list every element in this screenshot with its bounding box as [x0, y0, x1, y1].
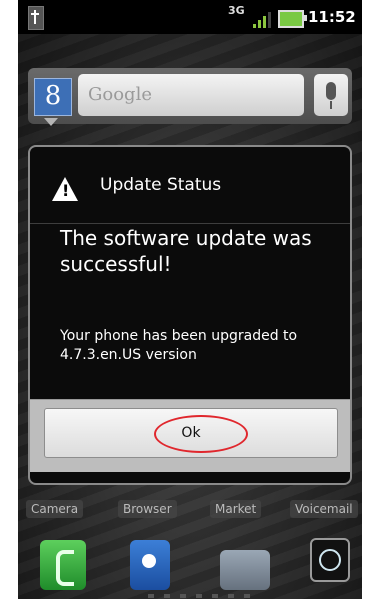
phone-icon[interactable]	[40, 540, 86, 590]
status-clock: 11:52	[308, 8, 356, 26]
launcher-icon[interactable]	[310, 538, 350, 582]
google-search-widget: 8 Google	[28, 68, 352, 126]
chevron-down-icon[interactable]	[44, 118, 58, 126]
status-bar: 3G 11:52	[18, 0, 362, 34]
dialog-header: Update Status	[30, 147, 350, 224]
dock-labels: Camera Browser Market Voicemail	[18, 500, 362, 522]
usb-icon	[28, 6, 44, 30]
warning-icon	[52, 177, 78, 201]
battery-icon	[278, 10, 307, 28]
google-g-icon[interactable]: 8	[34, 78, 72, 116]
signal-icon	[253, 10, 271, 28]
dock-label-browser[interactable]: Browser	[118, 500, 177, 518]
dock-label-camera[interactable]: Camera	[26, 500, 84, 518]
dialog-button-bar: Ok	[30, 399, 350, 472]
messaging-icon[interactable]	[220, 550, 270, 590]
dialog-title: Update Status	[100, 175, 222, 195]
update-status-dialog: Update Status The software update was su…	[28, 145, 352, 485]
phone-screen: 3G 11:52 8 Google Update Status The soft…	[18, 0, 362, 599]
dock-label-market[interactable]: Market	[210, 500, 262, 518]
page-indicator	[148, 594, 258, 598]
contacts-icon[interactable]	[130, 540, 170, 590]
app-dock	[18, 528, 362, 599]
dock-label-voicemail[interactable]: Voicemail	[290, 500, 358, 518]
dialog-message: The software update was successful!	[60, 226, 312, 276]
mic-icon[interactable]	[314, 74, 348, 116]
ok-button[interactable]: Ok	[44, 408, 338, 458]
network-type: 3G	[228, 4, 245, 17]
dialog-detail: Your phone has been upgraded to 4.7.3.en…	[60, 328, 298, 363]
highlight-circle	[154, 415, 248, 453]
search-input[interactable]: Google	[78, 74, 304, 116]
ok-button-label: Ok	[181, 425, 201, 441]
